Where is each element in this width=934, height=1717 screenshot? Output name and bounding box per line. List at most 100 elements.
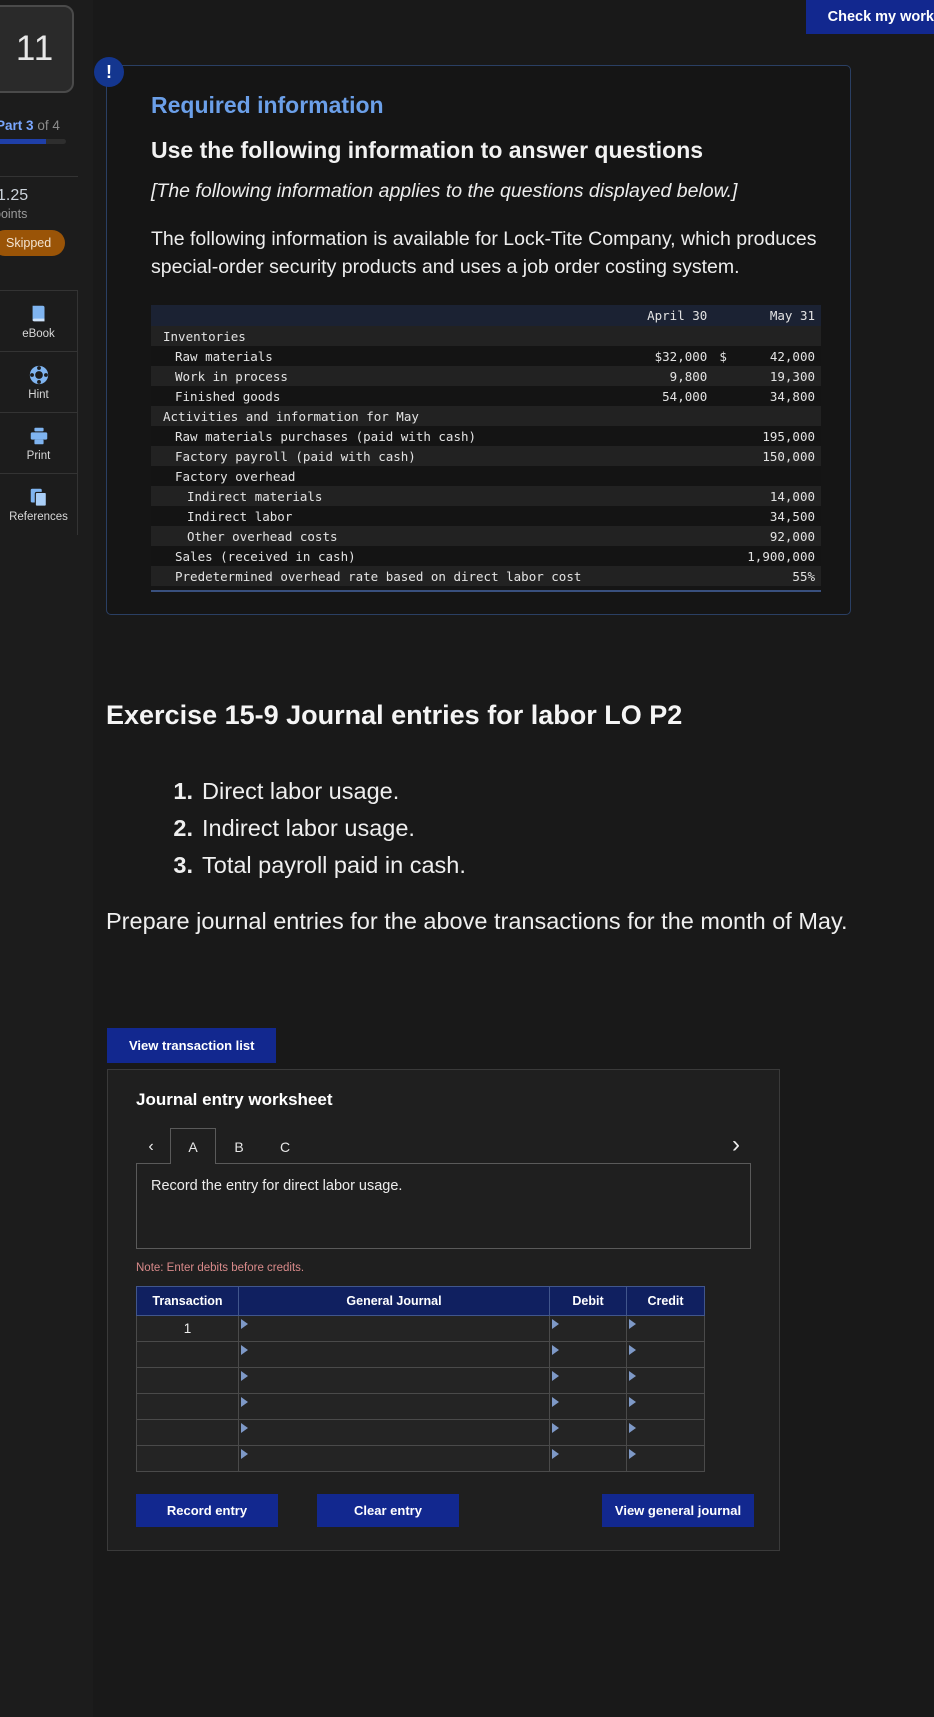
part-current: 3 (26, 118, 34, 133)
info-row-label: Activities and information for May (151, 406, 634, 427)
info-row-label: Work in process (151, 366, 634, 387)
main-content: Check my work Required information Use t… (93, 0, 934, 1717)
sidebar-item-ebook[interactable]: eBook (0, 291, 77, 352)
question-number-box: 11 (0, 5, 74, 93)
journal-debit-cell[interactable] (549, 1393, 627, 1420)
sidebar-item-label: Hint (28, 388, 49, 401)
journal-account-cell[interactable] (238, 1341, 550, 1368)
part-of: of 4 (37, 118, 60, 133)
tab-c[interactable]: C (262, 1128, 308, 1164)
info-row-april-value: $32,000 (633, 346, 714, 367)
sidebar-item-hint[interactable]: Hint (0, 352, 77, 413)
info-row-may-value: 1,900,000 (732, 546, 821, 567)
view-transaction-list-button[interactable]: View transaction list (107, 1028, 277, 1063)
info-table-row: Factory payroll (paid with cash) 150,000 (151, 446, 821, 467)
tab-b[interactable]: B (216, 1128, 262, 1164)
journal-transaction-cell: 1 (136, 1315, 239, 1342)
worksheet-title: Journal entry worksheet (136, 1090, 333, 1109)
prev-tab-arrow-icon[interactable]: ‹ (136, 1130, 166, 1164)
info-row-may-value: 34,500 (732, 506, 821, 527)
copy-icon (28, 486, 50, 508)
info-row-may-currency (713, 526, 733, 547)
list-item: 3. Total payroll paid in cash. (93, 847, 934, 884)
view-general-journal-button[interactable]: View general journal (602, 1494, 754, 1527)
check-my-work-button[interactable]: Check my work (805, 0, 934, 34)
info-row-may-currency (713, 386, 733, 407)
info-table-underline (151, 590, 821, 593)
info-row-april-value (633, 466, 714, 487)
info-row-label: Other overhead costs (151, 526, 634, 547)
journal-credit-cell[interactable] (626, 1315, 705, 1342)
clear-entry-button[interactable]: Clear entry (317, 1494, 459, 1527)
points-block: 1.25 points Skipped (0, 186, 93, 256)
journal-debit-cell[interactable] (549, 1315, 627, 1342)
sidebar-item-label: Print (26, 449, 51, 462)
info-row-label: Raw materials (151, 346, 634, 367)
journal-account-cell[interactable] (238, 1393, 550, 1420)
list-item-label: Indirect labor usage. (202, 815, 415, 841)
journal-account-cell[interactable] (238, 1419, 550, 1446)
question-number: 11 (15, 29, 55, 68)
info-row-may-currency (713, 326, 733, 347)
worksheet-action-buttons: Record entry Clear entry View general jo… (136, 1494, 754, 1527)
table-row (136, 1341, 705, 1368)
book-icon (28, 303, 50, 325)
table-row (136, 1419, 705, 1446)
journal-credit-cell[interactable] (626, 1419, 705, 1446)
record-entry-button[interactable]: Record entry (136, 1494, 278, 1527)
info-table-row: Factory overhead (151, 466, 821, 487)
table-row (136, 1367, 705, 1394)
col-debit: Debit (549, 1286, 627, 1316)
info-row-may-value: 55% (732, 566, 821, 587)
list-item-marker: 3. (173, 852, 193, 878)
list-item: 1. Direct labor usage. (93, 773, 934, 810)
journal-table-body: 1 (136, 1315, 705, 1472)
info-row-april-value (633, 526, 714, 547)
worksheet-tabs: ‹ ABC › (136, 1128, 751, 1164)
info-table-row: Sales (received in cash) 1,900,000 (151, 546, 821, 567)
journal-debit-cell[interactable] (549, 1341, 627, 1368)
journal-credit-cell[interactable] (626, 1341, 705, 1368)
journal-debit-cell[interactable] (549, 1445, 627, 1472)
info-row-label: Predetermined overhead rate based on dir… (151, 566, 634, 587)
info-table-row: Inventories (151, 326, 821, 347)
info-row-label: Factory overhead (151, 466, 634, 487)
info-data-table: April 30 May 31 Inventories Raw materials… (151, 305, 821, 587)
next-tab-arrow-icon[interactable]: › (721, 1128, 751, 1162)
info-row-may-value (732, 466, 821, 487)
info-row-label: Inventories (151, 326, 634, 347)
info-row-may-currency (713, 366, 733, 387)
sidebar-item-print[interactable]: Print (0, 413, 77, 474)
status-badge: Skipped (0, 230, 66, 256)
info-table-row: Raw materials purchases (paid with cash)… (151, 426, 821, 447)
info-row-may-value (732, 326, 821, 347)
sidebar-item-references[interactable]: References (0, 474, 77, 535)
info-table-row: Predetermined overhead rate based on dir… (151, 566, 821, 587)
info-row-label: Indirect labor (151, 506, 634, 527)
info-row-may-value: 42,000 (732, 346, 821, 367)
tab-a[interactable]: A (170, 1128, 216, 1164)
table-row: 1 (136, 1315, 705, 1342)
info-row-may-value: 92,000 (732, 526, 821, 547)
journal-credit-cell[interactable] (626, 1445, 705, 1472)
journal-account-cell[interactable] (238, 1445, 550, 1472)
required-information-callout: Required information Use the following i… (106, 65, 851, 616)
info-row-april-value (633, 426, 714, 447)
exercise-item-list: 1. Direct labor usage. 2. Indirect labor us… (93, 773, 934, 884)
journal-debit-cell[interactable] (549, 1419, 627, 1446)
part-progress-block: Part 3 of 4 (0, 118, 93, 144)
page-title: Exercise 15-9 Journal entries for labor … (106, 700, 683, 730)
journal-account-cell[interactable] (238, 1367, 550, 1394)
part-progress-fill (0, 139, 46, 144)
points-value: 1.25 (0, 187, 29, 204)
lifebuoy-icon (28, 364, 50, 386)
required-info-subtitle: Use the following information to answer … (151, 137, 704, 163)
sidebar-divider (0, 176, 78, 177)
journal-debit-cell[interactable] (549, 1367, 627, 1394)
journal-credit-cell[interactable] (626, 1393, 705, 1420)
col-general-journal: General Journal (238, 1286, 550, 1316)
info-row-label: Indirect materials (151, 486, 634, 507)
journal-account-cell[interactable] (238, 1315, 550, 1342)
required-info-italic-note: [The following information applies to th… (151, 179, 738, 202)
journal-credit-cell[interactable] (626, 1367, 705, 1394)
